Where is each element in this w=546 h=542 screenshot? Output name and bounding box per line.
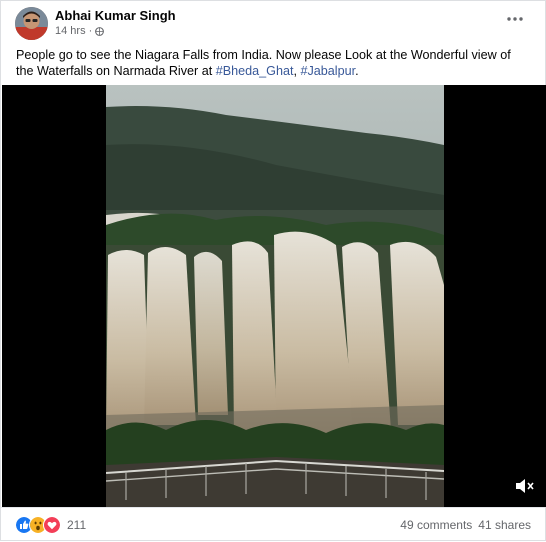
hashtag-jabalpur[interactable]: #Jabalpur: [300, 64, 355, 78]
post-timestamp[interactable]: 14 hrs: [55, 25, 86, 37]
shares-count[interactable]: 41 shares: [478, 518, 531, 532]
globe-icon: [95, 26, 105, 36]
meta-separator: ·: [88, 25, 93, 37]
comments-count[interactable]: 49 comments: [400, 518, 472, 532]
facebook-post: Abhai Kumar Singh 14 hrs · People go to …: [0, 0, 546, 541]
reaction-summary[interactable]: 211: [15, 516, 86, 534]
post-meta: 14 hrs ·: [55, 25, 105, 37]
hashtag-bheda-ghat[interactable]: #Bheda_Ghat: [216, 64, 294, 78]
video-player[interactable]: [2, 85, 546, 507]
post-header: Abhai Kumar Singh 14 hrs ·: [1, 1, 545, 45]
post-text-end: .: [355, 64, 359, 78]
author-avatar[interactable]: [15, 7, 48, 40]
engagement-counts: 49 comments 41 shares: [400, 518, 531, 532]
mute-icon[interactable]: [514, 477, 534, 495]
love-reaction-icon: [43, 516, 61, 534]
author-name[interactable]: Abhai Kumar Singh: [55, 8, 176, 23]
avatar-portrait-icon: [15, 7, 48, 40]
reaction-count[interactable]: 211: [67, 518, 86, 532]
post-text: People go to see the Niagara Falls from …: [16, 47, 531, 79]
post-footer: 211 49 comments 41 shares: [1, 507, 545, 542]
more-options-icon[interactable]: [505, 13, 525, 25]
waterfall-video-frame: [106, 85, 444, 507]
